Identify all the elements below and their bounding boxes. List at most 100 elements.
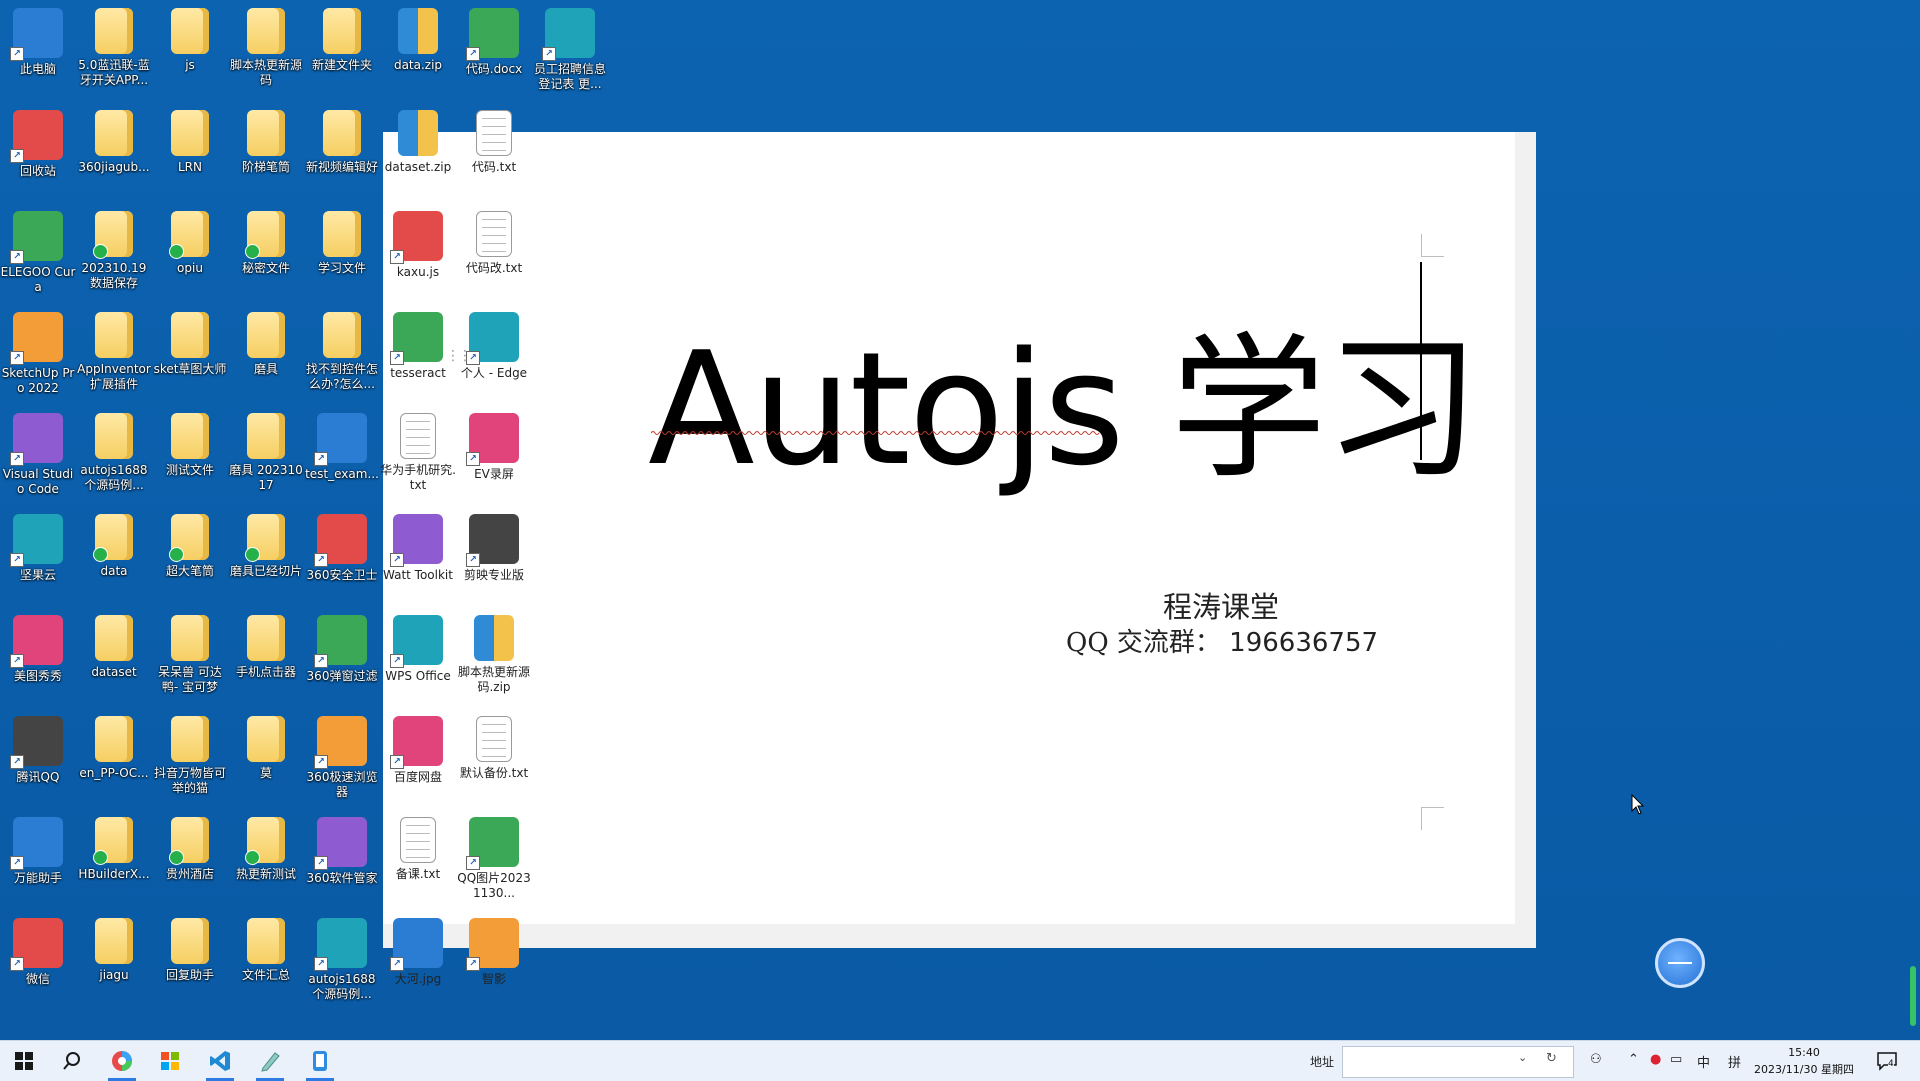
desktop-icon[interactable]: 贵州酒店	[152, 817, 228, 882]
desktop-icon[interactable]: 阶梯笔筒	[228, 110, 304, 175]
taskbar-browser[interactable]	[100, 1041, 144, 1081]
desktop-icon[interactable]: 脚本热更新源码.zip	[456, 615, 532, 695]
desktop-icon[interactable]: ↗ Watt Toolkit	[380, 514, 456, 583]
store-icon	[161, 1052, 179, 1070]
network-icon[interactable]: ▭	[1670, 1052, 1682, 1067]
desktop-icon[interactable]: LRN	[152, 110, 228, 175]
desktop-icon-label: 磨具 20231017	[229, 463, 303, 492]
taskbar-notepad[interactable]	[248, 1041, 292, 1081]
refresh-icon[interactable]: ↻	[1546, 1051, 1557, 1066]
desktop-icon[interactable]: 热更新测试	[228, 817, 304, 882]
desktop-icon[interactable]: ↗ 坚果云	[0, 514, 76, 583]
desktop-icon[interactable]: ↗ ELEGOO Cura	[0, 211, 76, 295]
desktop-icon[interactable]: ↗ 微信	[0, 918, 76, 987]
desktop-icon[interactable]: ↗ 代码.docx	[456, 8, 532, 77]
chevron-up-icon[interactable]: ⌃	[1628, 1052, 1639, 1067]
desktop-icon[interactable]: dataset	[76, 615, 152, 680]
desktop-icon[interactable]: ↗ 智影	[456, 918, 532, 987]
desktop-icon[interactable]: ↗ SketchUp Pro 2022	[0, 312, 76, 396]
desktop-icon[interactable]: ↗ tesseract	[380, 312, 456, 381]
desktop-icon[interactable]: ↗ 百度网盘	[380, 716, 456, 785]
desktop-icon[interactable]: 超大笔筒	[152, 514, 228, 579]
desktop-icon[interactable]: 华为手机研究.txt	[380, 413, 456, 493]
desktop-icon[interactable]: AppInventor扩展插件	[76, 312, 152, 392]
desktop-icon[interactable]: 代码.txt	[456, 110, 532, 175]
shortcut-arrow-icon: ↗	[314, 654, 328, 668]
desktop-icon[interactable]: 手机点击器	[228, 615, 304, 680]
desktop-icon[interactable]: 磨具	[228, 312, 304, 377]
desktop-icon[interactable]: autojs1688个源码例...	[76, 413, 152, 493]
desktop-icon[interactable]: 新视频编辑好	[304, 110, 380, 175]
desktop-icon[interactable]: ↗ 大河.jpg	[380, 918, 456, 987]
desktop-icon[interactable]: 默认备份.txt	[456, 716, 532, 781]
desktop-icon[interactable]: ↗ kaxu.js	[380, 211, 456, 280]
desktop-icon[interactable]: 文件汇总	[228, 918, 304, 983]
desktop-icon[interactable]: 备课.txt	[380, 817, 456, 882]
desktop-icon[interactable]: js	[152, 8, 228, 73]
desktop-icon[interactable]: ↗ autojs1688个源码例...	[304, 918, 380, 1002]
sync-check-icon	[169, 244, 184, 259]
desktop-icon[interactable]: 代码改.txt	[456, 211, 532, 276]
desktop-icon[interactable]: data	[76, 514, 152, 579]
desktop-icon[interactable]: HBuilderX...	[76, 817, 152, 882]
taskbar-app[interactable]	[298, 1041, 342, 1081]
desktop-icon[interactable]: 磨具已经切片	[228, 514, 304, 579]
document-title[interactable]: Autojs 学习	[648, 282, 1480, 508]
desktop-icon[interactable]: 呆呆兽 可达鸭- 宝可梦	[152, 615, 228, 695]
desktop-icon[interactable]: dataset.zip	[380, 110, 456, 175]
address-input[interactable]	[1342, 1046, 1574, 1078]
desktop-icon[interactable]: ↗ 360弹窗过滤	[304, 615, 380, 684]
desktop-icon[interactable]: 202310.19数据保存	[76, 211, 152, 291]
desktop-icon[interactable]: 脚本热更新源码	[228, 8, 304, 88]
desktop-icon[interactable]: ↗ 剪映专业版	[456, 514, 532, 583]
desktop-icon[interactable]: 回复助手	[152, 918, 228, 983]
desktop-icon[interactable]: 秘密文件	[228, 211, 304, 276]
desktop-icon[interactable]: ↗ WPS Office	[380, 615, 456, 684]
desktop-icon[interactable]: 新建文件夹	[304, 8, 380, 73]
antivirus-tray-icon[interactable]: ●	[1650, 1052, 1661, 1067]
document-page[interactable]: Autojs 学习 程涛课堂 QQ 交流群： 196636757 ⋮⋮	[383, 132, 1645, 924]
folder-icon	[93, 514, 133, 562]
desktop-icon[interactable]: 找不到控件怎么办?怎么...	[304, 312, 380, 392]
ime-mode[interactable]: 拼	[1728, 1052, 1741, 1071]
desktop-icon[interactable]: ↗ 此电脑	[0, 8, 76, 77]
desktop-icon[interactable]: ↗ 美图秀秀	[0, 615, 76, 684]
people-icon[interactable]: ⚇	[1590, 1052, 1602, 1067]
document-window[interactable]: Autojs 学习 程涛课堂 QQ 交流群： 196636757 ⋮⋮	[383, 132, 1645, 948]
taskbar-vscode[interactable]	[198, 1041, 242, 1081]
desktop-icon[interactable]: 莫	[228, 716, 304, 781]
desktop-icon[interactable]: ↗ 360极速浏览器	[304, 716, 380, 800]
desktop-icon[interactable]: ↗ 回收站	[0, 110, 76, 179]
ime-language[interactable]: 中	[1697, 1052, 1710, 1071]
desktop-icon[interactable]: ↗ 腾讯QQ	[0, 716, 76, 785]
desktop-icon[interactable]: ↗ QQ图片20231130...	[456, 817, 532, 901]
desktop-icon[interactable]: 360jiagub...	[76, 110, 152, 175]
desktop-icon[interactable]: ↗ 360软件管家	[304, 817, 380, 886]
address-dropdown-icon[interactable]: ⌄	[1518, 1051, 1527, 1064]
qq-number: 196636757	[1229, 628, 1379, 658]
desktop-icon[interactable]: 测试文件	[152, 413, 228, 478]
desktop-icon[interactable]: 磨具 20231017	[228, 413, 304, 493]
desktop-icon[interactable]: jiagu	[76, 918, 152, 983]
shortcut-arrow-icon: ↗	[466, 47, 480, 61]
desktop-icon[interactable]: 5.0蓝迅联-蓝牙开关APP...	[76, 8, 152, 88]
floating-assistant-ball-icon[interactable]	[1655, 938, 1705, 988]
taskbar-store[interactable]	[148, 1041, 192, 1081]
desktop-icon[interactable]: 学习文件	[304, 211, 380, 276]
start-button[interactable]	[2, 1041, 46, 1081]
desktop-icon[interactable]: en_PP-OC...	[76, 716, 152, 781]
notification-center[interactable]: 4	[1876, 1051, 1898, 1071]
desktop-icon[interactable]: ↗ EV录屏	[456, 413, 532, 482]
desktop-icon[interactable]: ↗ test_exam...	[304, 413, 380, 482]
desktop-icon[interactable]: ↗ 员工招聘信息登记表 更...	[532, 8, 608, 92]
desktop-icon[interactable]: data.zip	[380, 8, 456, 73]
system-clock[interactable]: 15:40 2023/11/30 星期四	[1754, 1044, 1854, 1078]
desktop-icon[interactable]: ↗ Visual Studio Code	[0, 413, 76, 497]
desktop-icon[interactable]: 抖音万物皆可举的猫	[152, 716, 228, 796]
desktop-icon[interactable]: opiu	[152, 211, 228, 276]
desktop-icon[interactable]: ↗ 万能助手	[0, 817, 76, 886]
desktop-icon[interactable]: sket草图大师	[152, 312, 228, 377]
search-button[interactable]	[50, 1041, 94, 1081]
desktop-icon[interactable]: ↗ 个人 - Edge	[456, 312, 532, 381]
desktop-icon[interactable]: ↗ 360安全卫士	[304, 514, 380, 583]
